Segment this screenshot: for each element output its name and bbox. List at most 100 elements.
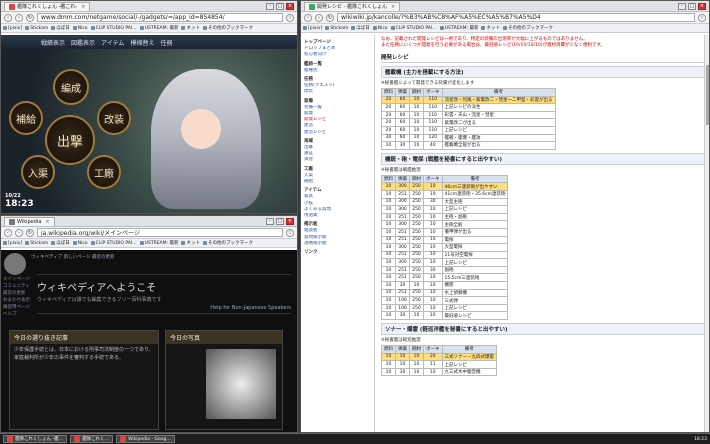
bookmark-item[interactable]: ほぼ日	[51, 240, 70, 246]
wiki-sidebar-link[interactable]: おまかせ表示	[3, 297, 33, 304]
taskbar-item[interactable]: 艦隊これくしょん -艦…	[3, 435, 68, 443]
table-cell: 10	[423, 205, 443, 214]
reload-icon[interactable]: ↻	[26, 228, 34, 237]
forward-icon[interactable]: ›	[15, 13, 23, 22]
bookmark-item[interactable]: USTREAM: 最新	[439, 25, 478, 31]
table-cell-note: 21号対空電探	[441, 250, 509, 260]
bookmark-item[interactable]: Stickam	[325, 26, 348, 31]
close-icon[interactable]: ×	[286, 217, 294, 225]
section-aircraft-heading[interactable]: 艦載機 (主力を搭載にする方法)	[381, 66, 705, 78]
scrollbar-thumb[interactable]	[706, 65, 709, 125]
section-sonar-heading[interactable]: ソナー・爆雷 (軽巡洋艦を秘書にすると出やすい)	[381, 323, 705, 336]
bookmark-item[interactable]: CLIP STUDIO PAI…	[390, 26, 437, 31]
nav-heading[interactable]: リンク	[304, 250, 371, 256]
factory-button[interactable]: 工廠	[87, 155, 121, 189]
nav-link[interactable]: 艦種別	[304, 68, 371, 74]
nav-link[interactable]: 攻略掲示板	[304, 241, 371, 247]
close-tab-icon[interactable]: ×	[81, 4, 85, 10]
nav-link[interactable]: 演習	[304, 157, 371, 163]
bookmark-item[interactable]: USTREAM: 最新	[139, 240, 178, 246]
bookmark-item[interactable]: その他のブックマーク	[502, 25, 553, 31]
back-icon[interactable]: ‹	[304, 13, 312, 22]
table-cell: 251	[395, 235, 410, 245]
wiki-sidebar-link[interactable]: 最近の更新	[3, 290, 33, 297]
bookmark-item[interactable]: [pixiv]	[3, 26, 22, 31]
recipe-tab[interactable]: 開発レシピ - 艦隊これくしょん ×	[304, 1, 401, 11]
reload-icon[interactable]: ↻	[26, 13, 34, 22]
column-header: 燃料	[381, 345, 396, 354]
nav-link[interactable]: 改装	[304, 89, 371, 95]
close-tab-icon[interactable]: ×	[391, 4, 395, 10]
wiki-sidebar-link[interactable]: ヘルプ	[3, 311, 33, 318]
repair-button[interactable]: 入渠	[21, 155, 55, 189]
remodel-button[interactable]: 改装	[97, 101, 131, 135]
section-guns-note: ※秘書艦は戦艦推奨	[381, 167, 421, 173]
nav-link[interactable]: 補給	[304, 179, 371, 185]
forward-icon[interactable]: ›	[315, 13, 323, 22]
nav-link[interactable]: 初心者向け	[304, 52, 371, 58]
page-scrollbar[interactable]	[704, 35, 709, 432]
bookmark-item[interactable]: ほぼ日	[351, 25, 370, 31]
section-guns-heading[interactable]: 機銃・砲・電探 (戦艦を秘書にすると出やすい)	[381, 152, 705, 165]
bookmark-item[interactable]: USTREAM: 最新	[139, 25, 178, 31]
recipe-browser-window: 開発レシピ - 艦隊これくしょん × – □ × ‹ › ↻ wikiwiki.j…	[300, 0, 710, 433]
wikipedia-tab[interactable]: Wikipedia ×	[4, 216, 55, 226]
maximize-icon[interactable]: □	[688, 2, 696, 10]
minimize-icon[interactable]: –	[266, 217, 274, 225]
bookmark-item[interactable]: その他のブックマーク	[202, 240, 253, 246]
forward-icon[interactable]: ›	[15, 228, 23, 237]
taskbar-item[interactable]: 艦隊これく…	[70, 435, 114, 443]
wiki-sidebar-link[interactable]: メインページ	[3, 276, 33, 283]
close-icon[interactable]: ×	[286, 2, 294, 10]
nav-link[interactable]: 用語集	[304, 213, 371, 219]
back-icon[interactable]: ‹	[4, 13, 12, 22]
star-icon[interactable]: ☆	[286, 13, 294, 22]
game-titlebar: 艦隊これくしょん -艦これ- × – □ ×	[1, 1, 297, 12]
wiki-top-links[interactable]: ウィキペディア 新しいページ 最近の更新	[31, 254, 114, 260]
bookmark-item[interactable]: Nico	[72, 26, 88, 31]
star-icon[interactable]: ☆	[286, 228, 294, 237]
bookmark-item[interactable]: ネット	[181, 240, 200, 246]
maximize-icon[interactable]: □	[276, 2, 284, 10]
wikipedia-logo-icon[interactable]	[4, 253, 26, 275]
wiki-sidebar-link[interactable]: コミュニティ	[3, 283, 33, 290]
back-icon[interactable]: ‹	[4, 228, 12, 237]
bookmark-item[interactable]: Stickam	[25, 26, 48, 31]
organize-button[interactable]: 編成	[53, 69, 89, 105]
bookmark-item[interactable]: Nico	[72, 241, 88, 246]
minimize-icon[interactable]: –	[678, 2, 686, 10]
bookmark-item[interactable]: その他のブックマーク	[202, 25, 253, 31]
url-field[interactable]: wikiwiki.jp/kancolle/?%B3%AB%C8%AF%A5%EC…	[337, 13, 695, 22]
photo-image[interactable]	[206, 349, 276, 419]
wiki-sidebar-link[interactable]: 練習用ページ	[3, 304, 33, 311]
sortie-button[interactable]: 出撃	[45, 115, 95, 165]
close-icon[interactable]: ×	[698, 2, 706, 10]
close-tab-icon[interactable]: ×	[45, 219, 49, 225]
game-menu-item[interactable]: アイテム	[101, 38, 124, 47]
reload-icon[interactable]: ↻	[326, 13, 334, 22]
game-canvas[interactable]: 戦績表示 図鑑表示 アイテム 模様替え 任務 出撃 編成 補給 改装 入渠 工廠 10/…	[1, 35, 297, 213]
bookmark-item[interactable]: ネット	[481, 25, 500, 31]
supply-button[interactable]: 補給	[9, 101, 43, 135]
maximize-icon[interactable]: □	[276, 217, 284, 225]
bookmark-item[interactable]: [pixiv]	[303, 26, 322, 31]
game-menu-item[interactable]: 図鑑表示	[71, 38, 95, 47]
game-menu-item[interactable]: 戦績表示	[41, 38, 65, 47]
minimize-icon[interactable]: –	[266, 2, 274, 10]
bookmark-item[interactable]: [pixiv]	[3, 241, 22, 246]
bookmark-item[interactable]: Stickam	[25, 241, 48, 246]
bookmark-item[interactable]: CLIP STUDIO PAI…	[90, 26, 137, 31]
game-menu-item[interactable]: 任務	[160, 38, 172, 47]
bookmark-item[interactable]: Nico	[372, 26, 388, 31]
bookmark-item[interactable]: CLIP STUDIO PAI…	[90, 241, 137, 246]
bookmark-item[interactable]: ほぼ日	[51, 25, 70, 31]
help-link[interactable]: Help for Non-Japanese Speakers	[37, 305, 291, 311]
star-icon[interactable]: ☆	[698, 13, 706, 22]
nav-link[interactable]: 建造レシピ	[304, 130, 371, 136]
url-field[interactable]: ja.wikipedia.org/wiki/メインページ	[37, 228, 283, 237]
game-tab[interactable]: 艦隊これくしょん -艦これ- ×	[4, 1, 91, 11]
taskbar-item[interactable]: Wikipedia - Goog…	[116, 435, 175, 443]
bookmark-item[interactable]: ネット	[181, 25, 200, 31]
url-field[interactable]: www.dmm.com/netgame/social/-/gadgets/=/a…	[37, 13, 283, 22]
game-menu-item[interactable]: 模様替え	[130, 38, 154, 47]
